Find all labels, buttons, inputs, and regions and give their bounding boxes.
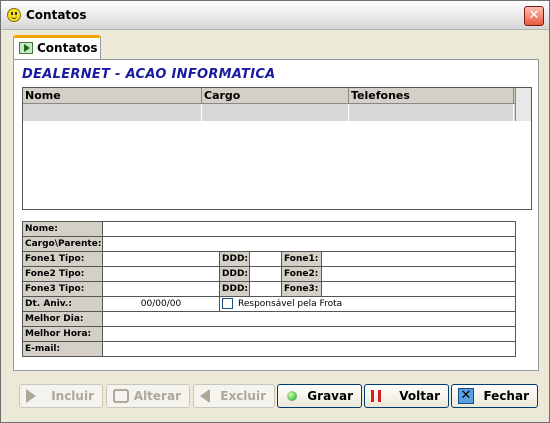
email-field[interactable] [102, 341, 516, 357]
excluir-button[interactable]: Excluir [193, 384, 275, 408]
responsavel-frota-cell[interactable]: Responsável pela Frota [219, 296, 516, 312]
green-dot-icon [287, 391, 297, 401]
responsavel-frota-label: Responsável pela Frota [238, 298, 343, 309]
fechar-button[interactable]: ✕ Fechar [451, 384, 538, 408]
refresh-icon [113, 389, 129, 403]
arrow-left-icon [200, 389, 210, 403]
label-fone3: Fone3: [281, 281, 322, 297]
fone2-tipo-field[interactable] [102, 266, 220, 282]
cargo-parente-field[interactable] [102, 236, 516, 252]
row-cell-cargo [202, 104, 349, 121]
pause-icon [371, 390, 381, 402]
close-button[interactable]: ✕ [524, 6, 544, 26]
column-header-telefones[interactable]: Telefones [349, 88, 514, 104]
label-cargo-parente: Cargo\Parente: [22, 236, 103, 252]
tab-label: Contatos [37, 41, 98, 55]
row-cell-nome [23, 104, 202, 121]
voltar-label: Voltar [399, 389, 440, 403]
smiley-icon [7, 8, 21, 22]
label-fone1-tipo: Fone1 Tipo: [22, 251, 103, 267]
grid-scroll-corner [515, 88, 531, 121]
ddd2-field[interactable] [249, 266, 282, 282]
contatos-tab-icon [19, 42, 33, 54]
column-header-cargo[interactable]: Cargo [202, 88, 349, 104]
ddd3-field[interactable] [249, 281, 282, 297]
close-x-icon: ✕ [458, 388, 474, 404]
excluir-label: Excluir [220, 389, 266, 403]
label-fone2-tipo: Fone2 Tipo: [22, 266, 103, 282]
label-melhor-hora: Melhor Hora: [22, 326, 103, 342]
contacts-grid[interactable]: Nome Cargo Telefones [22, 87, 532, 210]
window-title: Contatos [26, 8, 87, 22]
dt-aniv-field[interactable]: 00/00/00 [102, 296, 220, 312]
fechar-label: Fechar [483, 389, 529, 403]
tab-contatos[interactable]: Contatos [13, 35, 101, 59]
melhor-hora-field[interactable] [102, 326, 516, 342]
grid-header: Nome Cargo Telefones [23, 88, 531, 104]
company-name: DEALERNET - ACAO INFORMATICA [22, 67, 276, 82]
title-bar: Contatos ✕ [1, 1, 549, 30]
voltar-button[interactable]: Voltar [364, 384, 449, 408]
label-melhor-dia: Melhor Dia: [22, 311, 103, 327]
label-fone1: Fone1: [281, 251, 322, 267]
melhor-dia-field[interactable] [102, 311, 516, 327]
fone1-field[interactable] [321, 251, 516, 267]
incluir-button[interactable]: Incluir [19, 384, 103, 408]
ddd1-field[interactable] [249, 251, 282, 267]
arrow-right-icon [26, 389, 36, 403]
label-email: E-mail: [22, 341, 103, 357]
contatos-window: Contatos ✕ Contatos DEALERNET - ACAO INF… [0, 0, 550, 423]
label-fone2: Fone2: [281, 266, 322, 282]
table-row[interactable] [23, 104, 531, 121]
fone3-field[interactable] [321, 281, 516, 297]
fone3-tipo-field[interactable] [102, 281, 220, 297]
label-fone3-tipo: Fone3 Tipo: [22, 281, 103, 297]
fone2-field[interactable] [321, 266, 516, 282]
alterar-button[interactable]: Alterar [106, 384, 190, 408]
nome-field[interactable] [102, 221, 516, 237]
column-header-nome[interactable]: Nome [23, 88, 202, 104]
label-ddd1: DDD: [219, 251, 250, 267]
incluir-label: Incluir [51, 389, 94, 403]
contatos-panel: DEALERNET - ACAO INFORMATICA Nome Cargo … [13, 59, 539, 371]
alterar-label: Alterar [133, 389, 181, 403]
fone1-tipo-field[interactable] [102, 251, 220, 267]
row-cell-telefones [349, 104, 514, 121]
gravar-label: Gravar [307, 389, 353, 403]
label-dt-aniv: Dt. Aniv.: [22, 296, 103, 312]
label-ddd2: DDD: [219, 266, 250, 282]
label-ddd3: DDD: [219, 281, 250, 297]
gravar-button[interactable]: Gravar [277, 384, 362, 408]
responsavel-frota-checkbox[interactable] [222, 297, 233, 309]
contact-form: Nome: Cargo\Parente: Fone1 Tipo: DDD: Fo… [22, 221, 516, 357]
label-nome: Nome: [22, 221, 103, 237]
